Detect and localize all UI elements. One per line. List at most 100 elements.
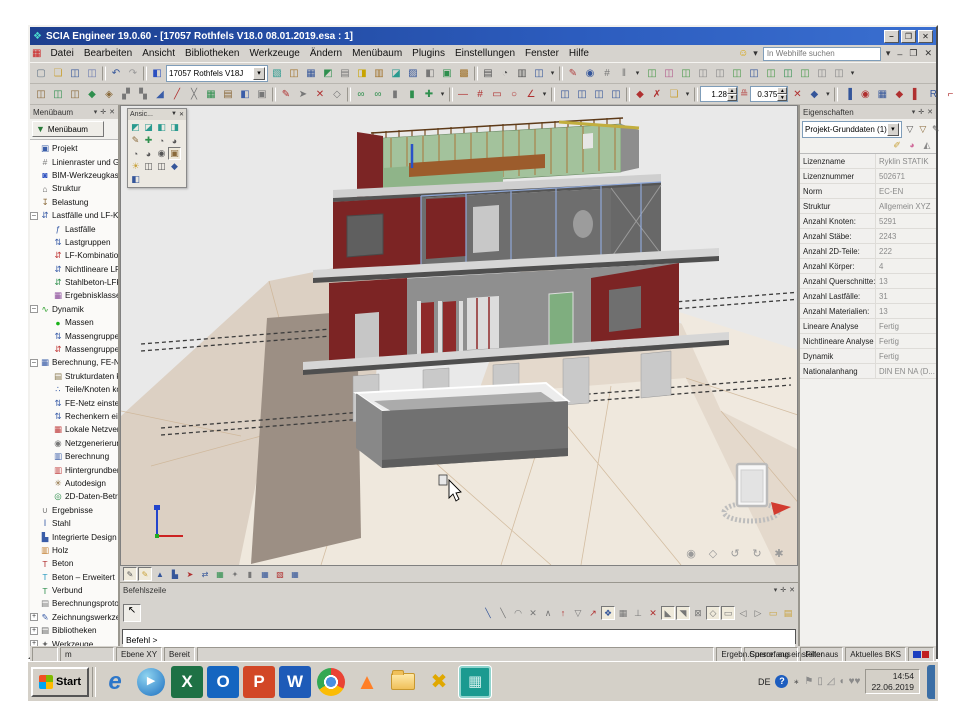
reset-scale-icon[interactable]: ✕ [789,86,805,102]
layers-icon[interactable]: ▤ [337,65,353,81]
tree-item-massengruppen-kon[interactable]: ⇵ Massengruppen-Kon [30,343,118,356]
bim-exchange-icon[interactable]: ▧ [269,65,285,81]
pointer-mode-button[interactable]: ↖ [123,604,141,622]
taskbar-excel[interactable]: X [171,666,203,698]
pencil-icon[interactable]: ✎ [930,124,942,136]
tree-expander-icon[interactable]: – [30,305,38,313]
close-icon[interactable]: ✕ [789,586,795,594]
child-close-button[interactable]: ✕ [922,48,934,59]
snap-table-icon[interactable]: ▤ [781,606,795,620]
tree-item-hintergrundberechnung[interactable]: ▥ Hintergrundberechn [30,463,118,476]
menu-item[interactable]: Werkzeuge [244,47,304,60]
tree-item-lf-kombinationen[interactable]: ⇵ LF-Kombinationen [30,249,118,262]
tree-expander-icon[interactable] [43,493,51,501]
tree-item-massengruppen[interactable]: ⇅ Massengruppen [30,329,118,342]
toolbar-icon[interactable] [559,66,563,81]
tree-item-bim-werkzeugkasten[interactable]: ◙ BIM-Werkzeugkasten [30,169,118,182]
cube-tool-icon[interactable]: ◇ [705,545,721,561]
plate-icon[interactable]: ▦ [303,65,319,81]
snap-right-icon[interactable]: ▷ [751,606,765,620]
dropdown-arrow-icon[interactable]: ▾ [633,65,642,81]
view-palette[interactable]: Ansic... ▼ ✕ ◩◪◧◨✎✚◔◕◔◕◉▣☀◫◫◆◧ [127,108,187,188]
taskbar-media-player[interactable]: ▶ [137,668,165,696]
render-window-icon[interactable]: ◫ [142,160,155,173]
tree-expander-icon[interactable] [43,466,51,474]
apply-scale-icon[interactable]: ◆ [806,86,822,102]
tree-expander-icon[interactable] [43,225,51,233]
tree-item-berechnung-fe-netz[interactable]: – ▦ Berechnung, FE-Netz [30,356,118,369]
column-icon[interactable]: ▮ [387,86,403,102]
property-row[interactable]: Nichtlineare Analyse Fertig [800,334,936,349]
tree-item-netzgenerierung[interactable]: ◉ Netzgenerierung [30,437,118,450]
pin-icon[interactable]: ✛ [780,586,786,594]
tree-item-lastgruppen[interactable]: ⇅ Lastgruppen [30,236,118,249]
view-window-icon[interactable]: ◫ [763,65,779,81]
pin-icon[interactable]: ✛ [100,108,106,116]
toolbar-icon[interactable] [272,87,276,102]
axis-icon[interactable]: ▲ [153,567,167,581]
mesh-icon[interactable]: ▨ [405,65,421,81]
storey-icon[interactable]: ▥ [371,65,387,81]
scale-input[interactable]: ▲▼ [700,86,738,102]
rafter-tool-icon[interactable]: ◫ [67,86,83,102]
menu-item[interactable]: Bearbeiten [79,47,137,60]
pin-icon[interactable]: ✛ [918,108,924,116]
panel-dropdown-icon[interactable]: ▾ [912,108,916,116]
tray-hearts-icon[interactable]: ♥♥ [849,676,861,687]
snap-delete-icon[interactable]: ✕ [526,606,540,620]
tree-expander-icon[interactable] [30,533,38,541]
tree-expander-icon[interactable] [43,399,51,407]
tray-display-icon[interactable]: ▯ [817,676,823,687]
tree-item-nichtlineare-lf[interactable]: ⇵ Nichtlineare LF-Komb [30,263,118,276]
property-row[interactable]: Anzahl 2D-Teile: 222 [800,244,936,259]
dropdown-arrow-icon[interactable]: ▾ [540,86,549,102]
result-tool-icon[interactable]: ⌐ [942,86,958,102]
tree-item-strukturdaten[interactable]: ▤ Strukturdaten kontr [30,370,118,383]
node-icon[interactable]: ◇ [329,86,345,102]
view-axo-icon[interactable]: ◨ [168,121,181,134]
menu-item[interactable]: Fenster [520,47,564,60]
tab-menubaum[interactable]: ▼ Menübaum [32,121,104,137]
scale2-input[interactable]: ▲▼ [750,86,788,102]
child-restore-button[interactable]: ❐ [907,48,919,59]
redline-icon[interactable]: ✎ [565,65,581,81]
document-system-icon[interactable]: ▦ [32,48,41,59]
tree-item-belastung[interactable]: ↧ Belastung [30,196,118,209]
clipboard-window-icon[interactable]: ◫ [574,86,590,102]
opening-tool-icon[interactable]: ◧ [237,86,253,102]
mesh-view-icon[interactable]: ▦ [213,567,227,581]
grid-view-icon[interactable]: ▦ [258,567,272,581]
panel-tool-icon[interactable]: ▦ [203,86,219,102]
clipboard-window-icon[interactable]: ◫ [557,86,573,102]
tree-item-struktur[interactable]: ⌂ Struktur [30,182,118,195]
add-icon[interactable]: ✚ [421,86,437,102]
snap-arc-icon[interactable]: ◠ [511,606,525,620]
properties-combo[interactable]: Projekt-Grunddaten (1) ▾ [802,121,902,138]
bks-flag-icon[interactable] [908,647,934,662]
pier-icon[interactable]: ▮ [404,86,420,102]
redraw-icon[interactable]: ✎ [129,134,142,147]
property-row[interactable]: Anzahl Querschnitte: 13 [800,274,936,289]
tree-expander-icon[interactable] [30,145,38,153]
command-input[interactable] [123,634,795,647]
minimize-button[interactable]: – [884,30,899,43]
snap-icon[interactable]: ✦ [228,567,242,581]
beam-tool-icon[interactable]: ◫ [33,86,49,102]
zoom-plus-icon[interactable]: ✚ [142,134,155,147]
dropdown-arrow-icon[interactable]: ▾ [548,65,557,81]
dropdown-arrow-icon[interactable]: ▾ [848,65,857,81]
view-window-icon[interactable]: ◫ [712,65,728,81]
status-toggle[interactable]: Ergebn.Sperre: aus [716,647,742,662]
draw-angle-icon[interactable]: ∠ [523,86,539,102]
feedback-smiley-icon[interactable]: ☺ [738,48,748,59]
tree-expander-icon[interactable]: + [30,613,38,621]
view-window-icon[interactable]: ◫ [831,65,847,81]
search-dropdown-icon[interactable]: ▾ [884,48,893,59]
flag-mode-icon[interactable]: ➤ [183,567,197,581]
zoom-all-icon[interactable]: ◕ [142,147,155,160]
property-row[interactable]: Anzahl Stäbe: 2243 [800,229,936,244]
result-tool-icon[interactable]: R [925,86,941,102]
print-preview-icon[interactable]: ◔ [497,65,513,81]
tree-expander-icon[interactable]: + [30,640,38,646]
toolbar-icon[interactable] [474,66,478,81]
